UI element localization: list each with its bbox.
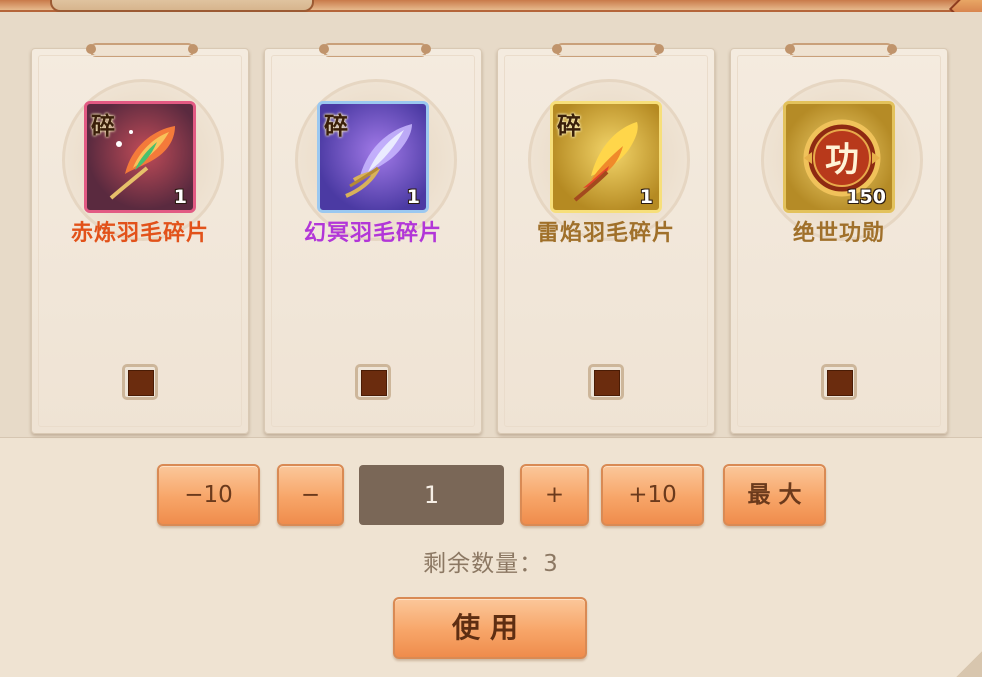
minus-button[interactable]: − <box>277 464 344 526</box>
item-count: 1 <box>173 186 187 208</box>
title-tab <box>50 0 314 12</box>
quantity-input[interactable]: 1 <box>359 465 504 525</box>
item-name: 幻冥羽毛碎片 <box>303 221 442 246</box>
item-card-purple-feather-shard[interactable]: 碎 1 幻冥羽毛碎片 <box>264 43 482 434</box>
select-checkbox[interactable] <box>355 364 391 400</box>
card-hanger <box>319 43 431 57</box>
item-count: 1 <box>639 186 653 208</box>
merit-character: 功 <box>825 140 859 180</box>
card-hanger <box>785 43 897 57</box>
item-icon-frame[interactable]: 碎 1 <box>550 101 662 213</box>
select-checkbox[interactable] <box>588 364 624 400</box>
item-name: 雷焰羽毛碎片 <box>536 221 675 246</box>
item-card-peerless-merit[interactable]: 功 150 绝世功勋 <box>730 43 948 434</box>
item-icon-frame[interactable]: 碎 1 <box>317 101 429 213</box>
remaining-quantity-text: 剩余数量：3 <box>423 551 559 577</box>
item-icon-frame[interactable]: 碎 1 <box>84 101 196 213</box>
use-button[interactable]: 使用 <box>393 597 587 659</box>
item-card-red-feather-shard[interactable]: 碎 1 赤炼羽毛碎片 <box>31 43 249 434</box>
shard-label: 碎 <box>324 111 348 140</box>
plus-10-button[interactable]: +10 <box>601 464 704 526</box>
shard-label: 碎 <box>91 111 115 140</box>
plus-button[interactable]: + <box>520 464 589 526</box>
item-count: 1 <box>406 186 420 208</box>
card-hanger <box>552 43 664 57</box>
item-card-thunder-flame-feather-shard[interactable]: 碎 1 雷焰羽毛碎片 <box>497 43 715 434</box>
max-button[interactable]: 最 大 <box>723 464 826 526</box>
item-name: 赤炼羽毛碎片 <box>70 221 209 246</box>
item-cards-area: 碎 1 赤炼羽毛碎片 碎 1 幻冥羽毛碎片 碎 1 雷焰羽毛碎片 功 150 绝… <box>0 12 982 438</box>
card-hanger <box>86 43 198 57</box>
item-name: 绝世功勋 <box>792 221 885 246</box>
corner-decoration <box>956 651 982 677</box>
item-count: 150 <box>846 186 886 208</box>
select-checkbox[interactable] <box>821 364 857 400</box>
item-icon-frame[interactable]: 功 150 <box>783 101 895 213</box>
select-checkbox[interactable] <box>122 364 158 400</box>
shard-label: 碎 <box>557 111 581 140</box>
top-frame <box>0 0 982 34</box>
minus-10-button[interactable]: −10 <box>157 464 260 526</box>
